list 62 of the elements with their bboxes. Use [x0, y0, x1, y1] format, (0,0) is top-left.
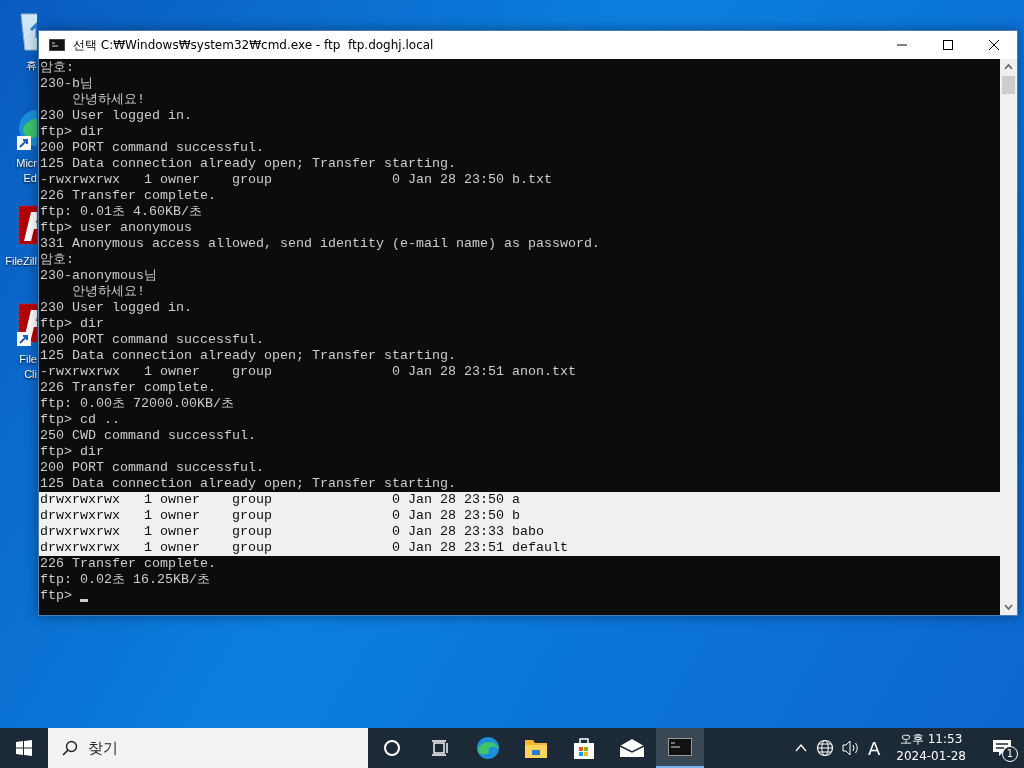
console-line: ftp> cd ..	[39, 412, 121, 428]
console-line: 226 Transfer complete.	[39, 380, 217, 396]
console-line: 226 Transfer complete.	[39, 556, 217, 572]
console-line: ftp> dir	[39, 444, 105, 460]
console-line: 안녕하세요!	[71, 92, 146, 108]
icon-label: 휴	[26, 58, 37, 73]
console-line: 230 User logged in.	[39, 300, 193, 316]
search-icon	[62, 740, 78, 756]
globe-icon[interactable]	[815, 739, 834, 757]
console-line: 226 Transfer complete.	[39, 188, 217, 204]
task-view-icon	[430, 738, 450, 758]
circle-icon	[382, 738, 402, 758]
clock-time[interactable]: 오후 11:53	[899, 731, 963, 748]
filezilla-icon[interactable]	[17, 204, 37, 248]
console-line: 125 Data connection already open; Transfer starting.	[39, 348, 457, 364]
console-line: 200 PORT command successful.	[39, 140, 265, 156]
text-cursor	[80, 599, 88, 602]
input-mode-indicator[interactable]: A	[867, 737, 881, 759]
icon-label: File	[19, 352, 37, 367]
shopping-bag-icon	[573, 736, 595, 760]
console-line: 125 Data connection already open; Transfer starting.	[39, 156, 457, 172]
icon-label: Micr	[16, 156, 37, 171]
icon-label: Cli	[24, 367, 37, 382]
console-line: ftp: 0.02초 16.25KB/초	[39, 572, 211, 588]
filezilla-icon[interactable]	[17, 302, 37, 346]
window-title: 선택 C:₩Windows₩system32₩cmd.exe - ftp ftp.doghj.local	[73, 36, 435, 54]
speaker-icon[interactable]	[841, 740, 860, 756]
search-field[interactable]: 찾기	[48, 728, 368, 768]
console-line: -rwxrwxrwx 1 owner group 0 Jan 28 23:50 b.txt	[39, 172, 553, 188]
console-prompt: ftp>	[39, 588, 73, 604]
console-line: ftp: 0.00초 72000.00KB/초	[39, 396, 235, 412]
console-line: 230-b님	[39, 76, 94, 92]
console-line: ftp> dir	[39, 124, 105, 140]
console-line: 안녕하세요!	[71, 284, 146, 300]
edge-icon	[476, 736, 500, 760]
console-icon	[668, 738, 692, 756]
maximize-icon	[943, 40, 953, 50]
envelope-icon	[619, 738, 645, 758]
console-line: 암호:	[39, 60, 75, 76]
console-icon	[49, 39, 65, 51]
icon-label: FileZill	[5, 254, 37, 269]
console-line: ftp> dir	[39, 316, 105, 332]
console-line: 250 CWD command successful.	[39, 428, 257, 444]
console-line: 암호:	[39, 252, 75, 268]
console-line: 230 User logged in.	[39, 108, 193, 124]
console-line: ftp: 0.01초 4.60KB/초	[39, 204, 203, 220]
windows-logo-icon	[16, 740, 32, 756]
folder-icon	[524, 737, 548, 759]
console-line: ftp> user anonymous	[39, 220, 193, 236]
close-icon	[989, 40, 999, 50]
console-line: 331 Anonymous access allowed, send identity (e-mail name) as password.	[39, 236, 601, 252]
console-line: 200 PORT command successful.	[39, 332, 265, 348]
scroll-thumb[interactable]	[1002, 76, 1015, 94]
console-line: 230-anonymous님	[39, 268, 158, 284]
scrollbar[interactable]	[1000, 59, 1017, 615]
console-taskbar-button[interactable]	[656, 728, 704, 768]
console-line: -rwxrwxrwx 1 owner group 0 Jan 28 23:51 anon.txt	[39, 364, 577, 380]
clock-date[interactable]: 2024-01-28	[896, 748, 966, 765]
notification-count: 1	[1002, 746, 1018, 762]
console-line: 200 PORT command successful.	[39, 460, 265, 476]
console-line: 125 Data connection already open; Transfer starting.	[39, 476, 457, 492]
icon-label: Ed	[23, 171, 37, 186]
